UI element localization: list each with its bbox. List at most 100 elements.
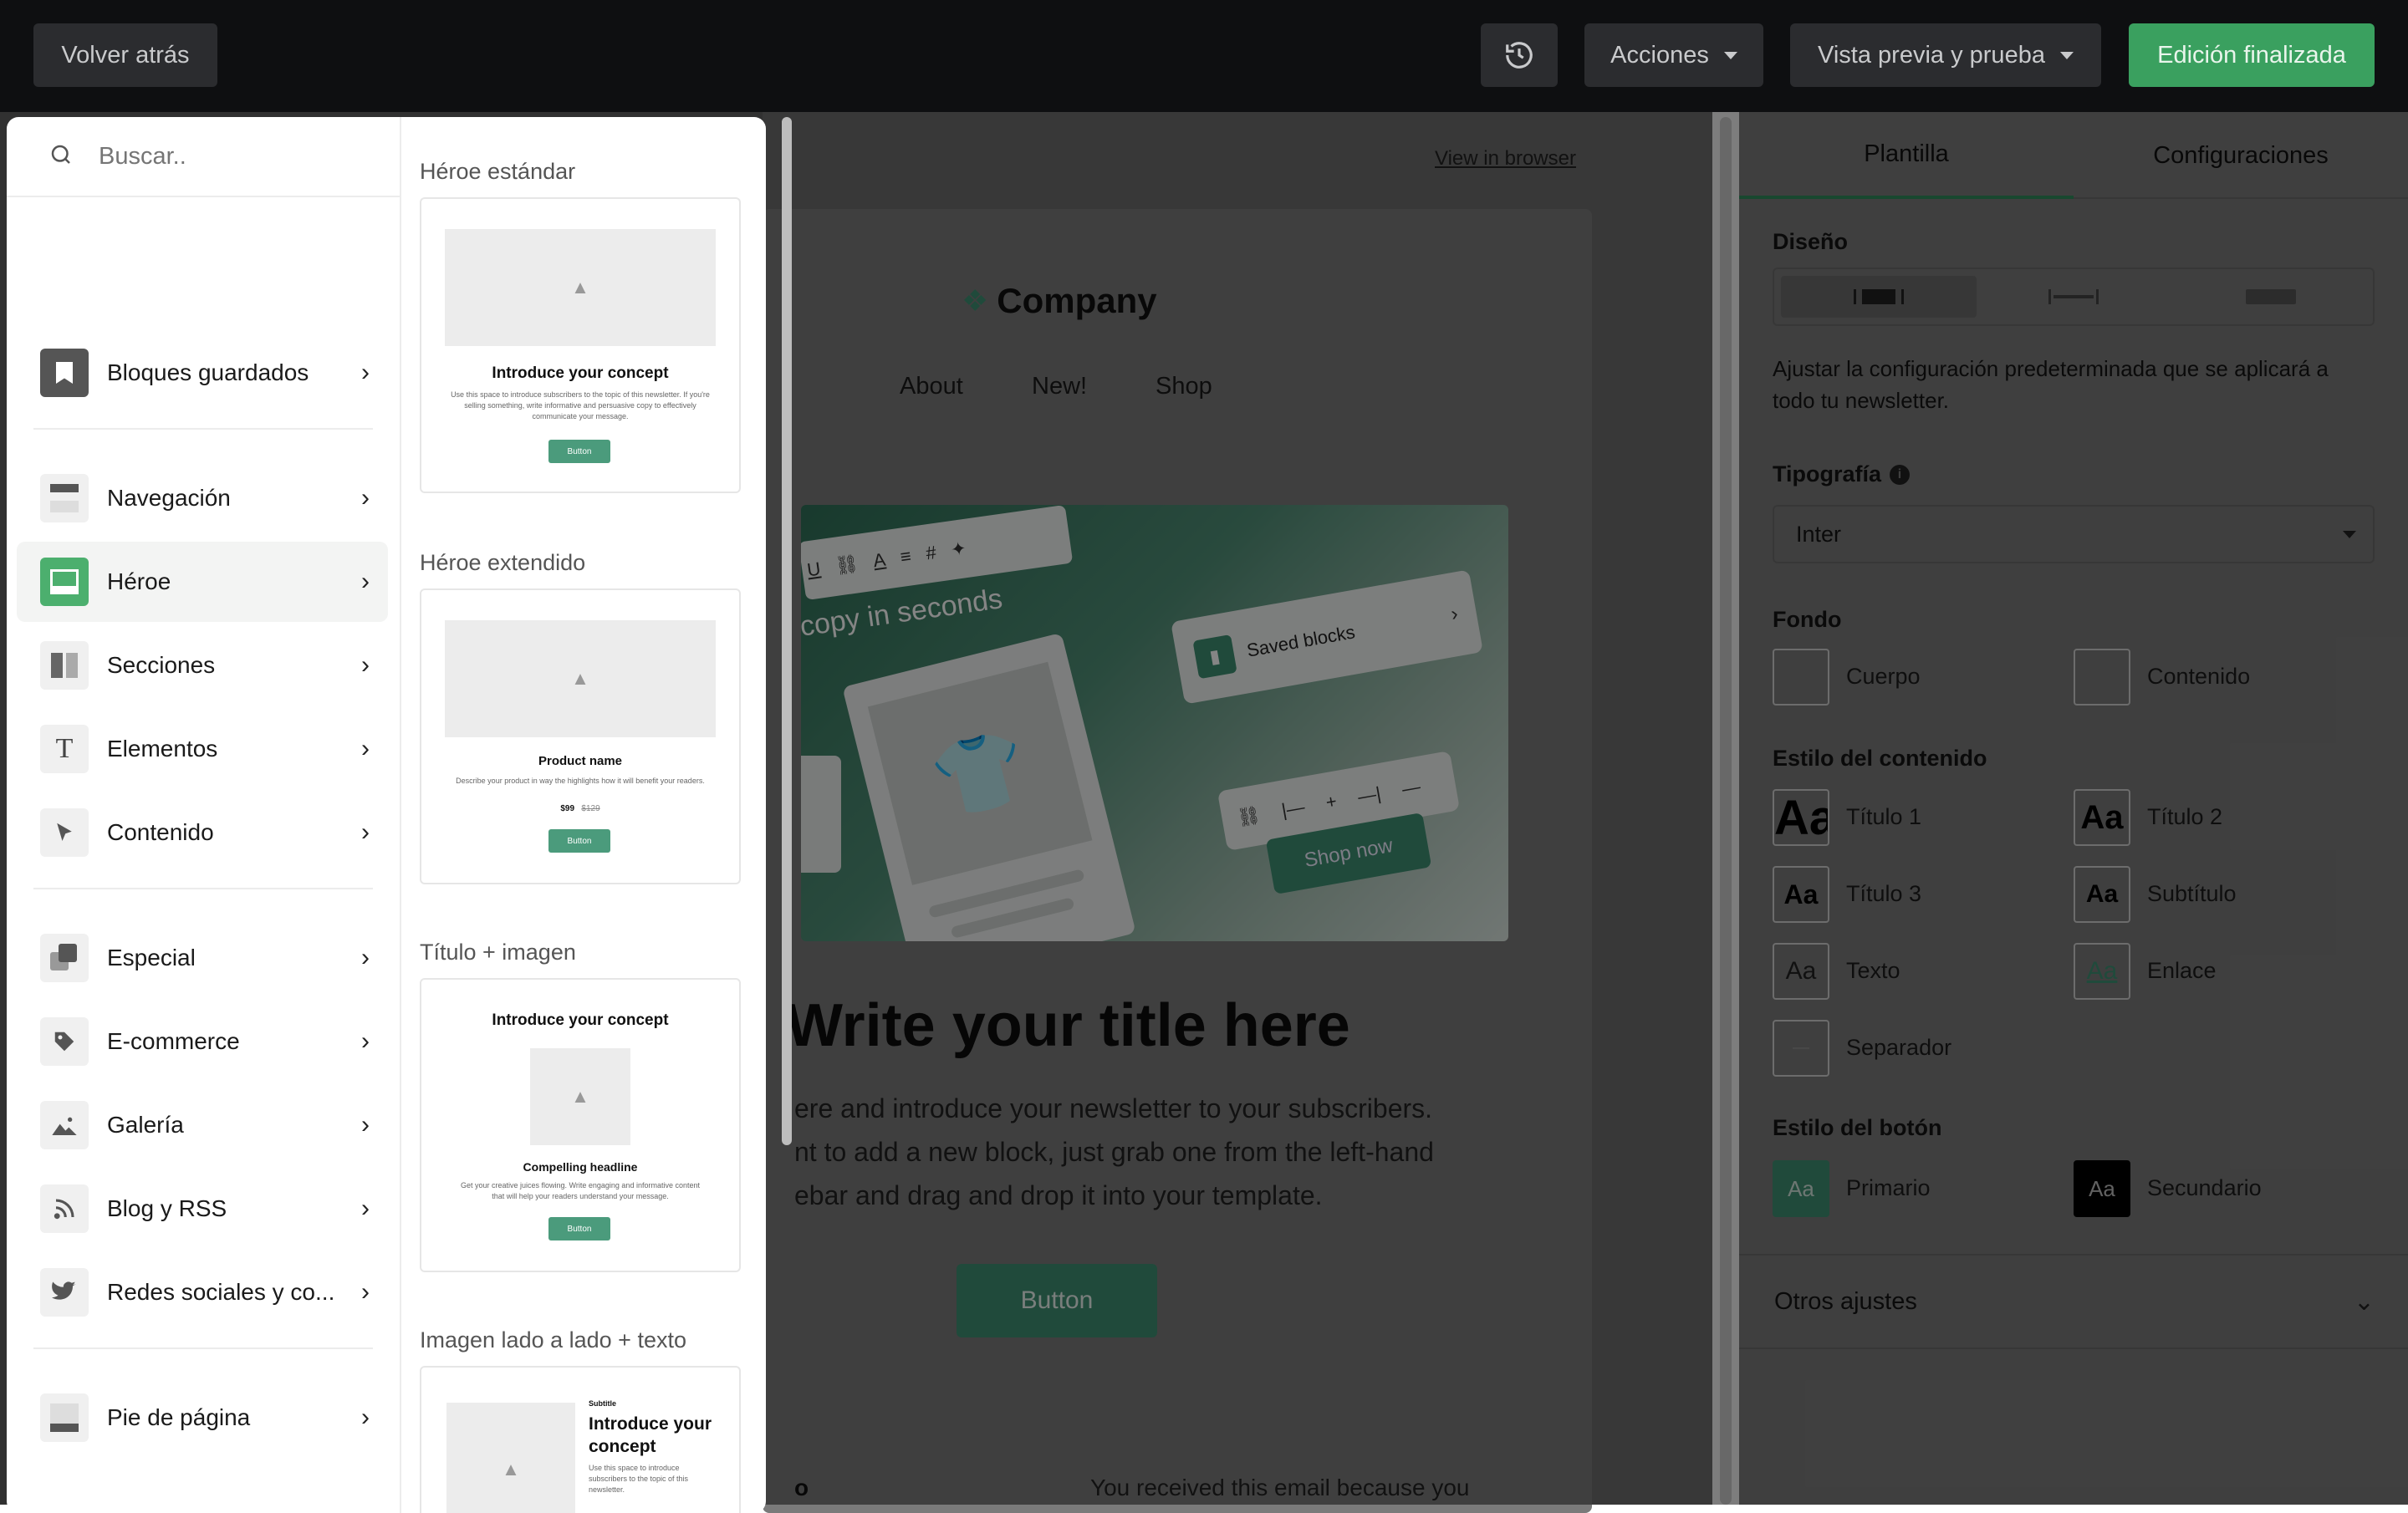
layout-wide-option[interactable] xyxy=(2172,276,2370,318)
background-label: Fondo xyxy=(1773,607,1842,632)
block-thumbnail-title-image[interactable]: Introduce your concept ▲ Compelling head… xyxy=(420,978,741,1272)
typography-heading: Tipografía i xyxy=(1773,461,1911,487)
thumb-price-row: $99 $129 xyxy=(421,804,739,813)
subtitle-style-swatch[interactable]: Aa xyxy=(2074,866,2130,923)
divider xyxy=(1739,1347,2408,1349)
primary-button-style-swatch[interactable]: Aa xyxy=(1773,1160,1829,1217)
actions-label: Acciones xyxy=(1610,41,1709,69)
thumb-body: Use this space to introduce subscribers … xyxy=(589,1464,689,1494)
chevron-right-icon: › xyxy=(361,359,370,386)
rss-icon xyxy=(40,1184,89,1233)
sidebar-item-social[interactable]: Redes sociales y co... › xyxy=(17,1252,388,1332)
sidebar-item-galeria[interactable]: Galería › xyxy=(17,1085,388,1165)
other-settings-accordion[interactable]: Otros ajustes ⌄ xyxy=(1739,1256,2408,1347)
block-categories: Bloques guardados › Navegación › Héroe › Se… xyxy=(7,117,401,1513)
separator-line-icon xyxy=(1793,1047,1809,1049)
sidebar-item-secciones[interactable]: Secciones › xyxy=(17,625,388,706)
preview-dropdown[interactable]: Vista previa y prueba xyxy=(1790,23,2101,87)
chevron-down-icon: ⌄ xyxy=(2353,1287,2375,1316)
sidebar-item-elementos[interactable]: T Elementos › xyxy=(17,709,388,789)
secondary-button-style-swatch[interactable]: Aa xyxy=(2074,1160,2130,1217)
email-cta-button[interactable]: Button xyxy=(957,1264,1157,1337)
thumb-title: Introduce your concept xyxy=(589,1414,712,1456)
search-input[interactable] xyxy=(99,135,383,177)
special-icon xyxy=(40,934,89,982)
body-color-swatch[interactable] xyxy=(1773,649,1829,706)
body-color-label: Cuerpo xyxy=(1846,664,1921,689)
twitter-icon xyxy=(40,1268,89,1317)
view-in-browser-link[interactable]: View in browser xyxy=(1435,147,1576,171)
sidebar-item-contenido[interactable]: Contenido › xyxy=(17,792,388,873)
diamond-logo-icon: ❖ xyxy=(962,283,989,318)
email-nav-about[interactable]: About xyxy=(900,373,963,400)
info-icon[interactable]: i xyxy=(1890,464,1911,485)
hero-image[interactable]: U ⛓ A ≡ # ✦ copy in seconds 👕 ▮ Saved blocks … xyxy=(801,505,1508,941)
sidebar-item-label: Héroe xyxy=(107,568,171,594)
done-editing-button[interactable]: Edición finalizada xyxy=(2129,23,2375,87)
chevron-right-icon: › xyxy=(361,568,370,595)
canvas-scrollbar[interactable] xyxy=(1720,117,1732,1505)
sidebar-item-heroe[interactable]: Héroe › xyxy=(17,542,388,622)
text-style-label: Texto xyxy=(1846,958,1900,983)
email-footer-left: o xyxy=(794,1475,809,1500)
tab-plantilla[interactable]: Plantilla xyxy=(1739,112,2074,199)
sidebar-item-label: Secciones xyxy=(107,652,216,678)
thumb-title: Introduce your concept xyxy=(492,1011,669,1029)
caret-down-icon xyxy=(2343,530,2356,538)
heading3-style-label: Título 3 xyxy=(1846,881,1922,906)
other-settings-label: Otros ajustes xyxy=(1774,1287,1917,1315)
thumb-title: Introduce your concept xyxy=(492,364,669,382)
sidebar-item-saved-blocks[interactable]: Bloques guardados › xyxy=(17,333,388,413)
sidebar-item-label: Elementos xyxy=(107,736,218,762)
email-title[interactable]: Write your title here xyxy=(786,991,1350,1060)
sidebar-item-blog-rss[interactable]: Blog y RSS › xyxy=(17,1169,388,1249)
sidebar-item-label: Pie de página xyxy=(107,1404,251,1430)
sidebar-item-especial[interactable]: Especial › xyxy=(17,918,388,998)
sidebar-item-label: Navegación xyxy=(107,485,231,511)
block-thumbnail-side-by-side[interactable]: ▲ Subtitle Introduce your concept Use th… xyxy=(420,1366,741,1513)
thumb-old-price: $129 xyxy=(581,804,600,813)
layout-medium-option[interactable] xyxy=(1983,276,2164,318)
back-button-label: Volver atrás xyxy=(61,41,190,69)
block-library-panel: Bloques guardados › Navegación › Héroe › Se… xyxy=(7,117,766,1513)
secondary-button-style-label: Secundario xyxy=(2147,1175,2262,1200)
chevron-right-icon: › xyxy=(361,1195,370,1222)
email-body-line: nt to add a new block, just grab one fro… xyxy=(794,1137,1434,1167)
font-select[interactable]: Inter xyxy=(1773,505,2375,563)
panel-scrollbar[interactable] xyxy=(782,117,792,1145)
content-color-label: Contenido xyxy=(2147,664,2251,689)
sidebar-item-ecommerce[interactable]: E-commerce › xyxy=(17,1001,388,1082)
separator-style-label: Separador xyxy=(1846,1035,1952,1060)
actions-dropdown[interactable]: Acciones xyxy=(1584,23,1763,87)
sidebar-item-navegacion[interactable]: Navegación › xyxy=(17,458,388,538)
heading1-style-swatch[interactable]: Aa xyxy=(1773,789,1829,846)
chevron-right-icon: › xyxy=(361,735,370,762)
button-style-label: Estilo del botón xyxy=(1773,1115,1942,1140)
content-style-label: Estilo del contenido xyxy=(1773,746,1987,771)
sidebar-item-footer[interactable]: Pie de página › xyxy=(17,1378,388,1458)
image-placeholder-icon: ▲ xyxy=(445,620,716,737)
text-style-swatch[interactable]: Aa xyxy=(1773,943,1829,1000)
link-style-swatch[interactable]: Aa xyxy=(2074,943,2130,1000)
thumb-button: Button xyxy=(548,829,610,853)
email-nav-new[interactable]: New! xyxy=(1032,373,1087,400)
email-body-text[interactable]: ere and introduce your newsletter to you… xyxy=(794,1087,1434,1217)
heading2-style-swatch[interactable]: Aa xyxy=(2074,789,2130,846)
layout-narrow-option[interactable] xyxy=(1781,276,1977,318)
search-icon xyxy=(51,145,70,164)
heading3-style-swatch[interactable]: Aa xyxy=(1773,866,1829,923)
content-color-swatch[interactable] xyxy=(2074,649,2130,706)
block-label: Héroe estándar xyxy=(420,159,576,184)
back-button[interactable]: Volver atrás xyxy=(33,23,217,87)
text-icon: T xyxy=(40,725,89,773)
top-bar: Volver atrás Acciones Vista previa y pru… xyxy=(0,0,2408,112)
chevron-right-icon: › xyxy=(1449,602,1460,626)
block-thumbnail-standard-hero[interactable]: ▲ Introduce your concept Use this space … xyxy=(420,197,741,493)
block-thumbnail-extended-hero[interactable]: ▲ Product name Describe your product in … xyxy=(420,588,741,884)
separator-style-swatch[interactable] xyxy=(1773,1020,1829,1077)
email-nav-shop[interactable]: Shop xyxy=(1156,373,1212,400)
history-button[interactable] xyxy=(1481,23,1558,87)
tab-configuraciones[interactable]: Configuraciones xyxy=(2074,112,2408,199)
layout-narrow-icon xyxy=(1854,289,1904,304)
formatting-toolbar: U ⛓ A ≡ # ✦ xyxy=(801,505,1074,601)
